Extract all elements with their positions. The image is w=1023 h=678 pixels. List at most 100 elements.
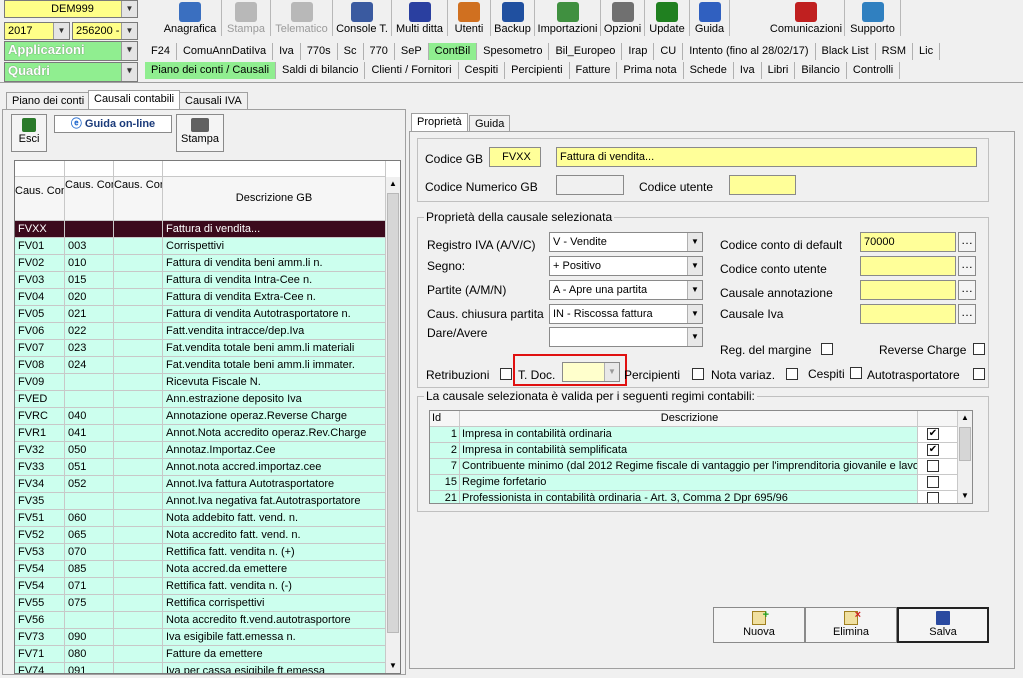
tab-f24[interactable]: F24 — [145, 43, 177, 60]
conto-default-field[interactable]: 70000 — [860, 232, 956, 252]
table-row[interactable]: FV52 065 Nota accredito fatt. vend. n. — [15, 527, 386, 544]
tab-irap[interactable]: Irap — [622, 43, 655, 60]
multi-ditta-button[interactable]: Multi ditta — [392, 0, 448, 36]
table-row[interactable]: FV05 021 Fattura di vendita Autotrasportat… — [15, 306, 386, 323]
supporto-button[interactable]: Supporto — [845, 0, 901, 36]
regimi-checkbox[interactable] — [927, 476, 939, 488]
tab-contbil[interactable]: ContBil — [428, 43, 478, 60]
table-row[interactable]: FV33 051 Annot.nota accred.importaz.cee — [15, 459, 386, 476]
tab-saldi-di-bilancio[interactable]: Saldi di bilancio — [276, 62, 366, 79]
tdoc-select[interactable]: ▼ — [562, 362, 620, 382]
chevron-down-icon[interactable]: ▼ — [53, 23, 69, 39]
regimi-checkbox[interactable] — [927, 492, 939, 503]
regimi-checkbox[interactable] — [927, 460, 939, 472]
table-row[interactable]: FVED Ann.estrazione deposito Iva — [15, 391, 386, 408]
guida-online-button[interactable]: ⓔ Guida on-line — [54, 115, 172, 133]
stampa-button[interactable]: Stampa — [176, 114, 224, 152]
table-row[interactable]: FV73 090 Iva esigibile fatt.emessa n. — [15, 629, 386, 646]
codice-gb-field[interactable]: FVXX — [489, 147, 541, 167]
table-row[interactable]: FV71 080 Fatture da emettere — [15, 646, 386, 663]
code-select[interactable]: 256200 - ▼ — [72, 22, 138, 40]
chevron-down-icon[interactable]: ▼ — [121, 23, 137, 39]
backup-button[interactable]: Backup — [491, 0, 535, 36]
codice-utente-field[interactable] — [729, 175, 796, 195]
table-row[interactable]: FVXX Fattura di vendita... — [15, 221, 386, 238]
causale-iva-field[interactable] — [860, 304, 956, 324]
regimi-checkbox[interactable]: ✔ — [927, 428, 939, 440]
chevron-down-icon[interactable]: ▼ — [687, 328, 702, 346]
chiusura-select[interactable]: IN - Riscossa fattura ▼ — [549, 304, 703, 324]
retribuzioni-checkbox[interactable] — [500, 368, 512, 380]
esci-button[interactable]: Esci — [11, 114, 47, 152]
tab-libri[interactable]: Libri — [762, 62, 796, 79]
col-descrizione-gb[interactable]: Descrizione GB — [163, 177, 386, 221]
table-row[interactable]: FV53 070 Rettifica fatt. vendita n. (+) — [15, 544, 386, 561]
regimi-row[interactable]: 15 Regime forfetario — [430, 475, 958, 491]
guida-button[interactable]: Guida — [690, 0, 730, 36]
codice-numerico-field[interactable] — [556, 175, 624, 195]
conto-default-lookup-button[interactable]: … — [958, 232, 976, 252]
regimi-scrollbar[interactable]: ▲ ▼ — [957, 411, 972, 503]
tab-rsm[interactable]: RSM — [876, 43, 914, 60]
regimi-row[interactable]: 2 Impresa in contabilità semplificata ✔ — [430, 443, 958, 459]
col-id[interactable]: Id — [430, 411, 460, 427]
reverse-charge-checkbox[interactable] — [973, 343, 985, 355]
tab-fatture[interactable]: Fatture — [570, 62, 618, 79]
tab-prima-nota[interactable]: Prima nota — [617, 62, 684, 79]
section-select[interactable]: Quadri ▼ — [4, 62, 138, 82]
comunicazioni-button[interactable]: Comunicazioni — [768, 0, 845, 36]
table-row[interactable]: FV55 075 Rettifica corrispettivi — [15, 595, 386, 612]
tab-spesometro[interactable]: Spesometro — [477, 43, 550, 60]
nuova-button[interactable]: + Nuova — [713, 607, 805, 643]
anagrafica-button[interactable]: Anagrafica — [159, 0, 222, 36]
chevron-down-icon[interactable]: ▼ — [687, 233, 702, 251]
table-row[interactable]: FV34 052 Annot.Iva fattura Autotrasportato… — [15, 476, 386, 493]
tab-iva[interactable]: Iva — [273, 43, 301, 60]
regimi-row[interactable]: 1 Impresa in contabilità ordinaria ✔ — [430, 427, 958, 443]
tab-intento-fino-al-28-02-17[interactable]: Intento (fino al 28/02/17) — [683, 43, 816, 60]
utenti-button[interactable]: Utenti — [448, 0, 491, 36]
telematico-button[interactable]: Telematico — [271, 0, 333, 36]
tab-bil-europeo[interactable]: Bil_Europeo — [549, 43, 623, 60]
reg-margine-checkbox[interactable] — [821, 343, 833, 355]
table-row[interactable]: FVR1 041 Annot.Nota accredito operaz.Rev.C… — [15, 425, 386, 442]
table-row[interactable]: FV56 Nota accredito ft.vend.autotrasporto… — [15, 612, 386, 629]
tab-770s[interactable]: 770s — [301, 43, 338, 60]
importazioni-button[interactable]: Importazioni — [535, 0, 601, 36]
chevron-down-icon[interactable]: ▼ — [687, 281, 702, 299]
table-row[interactable]: FV08 024 Fat.vendita totale beni amm.li im… — [15, 357, 386, 374]
table-row[interactable]: FV09 Ricevuta Fiscale N. — [15, 374, 386, 391]
chevron-down-icon[interactable]: ▼ — [121, 42, 137, 60]
elimina-button[interactable]: × Elimina — [805, 607, 897, 643]
table-row[interactable]: FV54 071 Rettifica fatt. vendita n. (-) — [15, 578, 386, 595]
conto-utente-field[interactable] — [860, 256, 956, 276]
tab-causali-contabili[interactable]: Causali contabili — [88, 90, 181, 110]
chevron-down-icon[interactable]: ▼ — [121, 63, 137, 81]
company-select[interactable]: DEM999 ▼ — [4, 0, 138, 18]
tab-comuanndatiiva[interactable]: ComuAnnDatiIva — [177, 43, 274, 60]
table-row[interactable]: FV32 050 Annotaz.Importaz.Cee — [15, 442, 386, 459]
tab-causali-iva[interactable]: Causali IVA — [179, 92, 248, 110]
tab-iva[interactable]: Iva — [734, 62, 762, 79]
scroll-down-icon[interactable]: ▼ — [958, 489, 972, 503]
regimi-checkbox[interactable]: ✔ — [927, 444, 939, 456]
table-row[interactable]: FV04 020 Fattura di vendita Extra-Cee n. — [15, 289, 386, 306]
regimi-row[interactable]: 7 Contribuente minimo (dal 2012 Regime fi… — [430, 459, 958, 475]
tab-percipienti[interactable]: Percipienti — [505, 62, 570, 79]
table-row[interactable]: FV51 060 Nota addebito fatt. vend. n. — [15, 510, 386, 527]
table-row[interactable]: FV07 023 Fat.vendita totale beni amm.li ma… — [15, 340, 386, 357]
table-row[interactable]: FV35 Annot.Iva negativa fat.Autotrasporta… — [15, 493, 386, 510]
autotrasportatore-checkbox[interactable] — [973, 368, 985, 380]
table-row[interactable]: FV01 003 Corrispettivi — [15, 238, 386, 255]
cespiti-checkbox[interactable] — [850, 367, 862, 379]
tab-controlli[interactable]: Controlli — [847, 62, 901, 79]
update-button[interactable]: Update — [645, 0, 690, 36]
tab-770[interactable]: 770 — [364, 43, 395, 60]
tab-sep[interactable]: SeP — [395, 43, 429, 60]
scroll-thumb[interactable] — [959, 427, 971, 461]
tab-black-list[interactable]: Black List — [816, 43, 876, 60]
tab-cespiti[interactable]: Cespiti — [459, 62, 506, 79]
chevron-down-icon[interactable]: ▼ — [687, 305, 702, 323]
partite-select[interactable]: A - Apre una partita ▼ — [549, 280, 703, 300]
scroll-up-icon[interactable]: ▲ — [958, 411, 972, 425]
